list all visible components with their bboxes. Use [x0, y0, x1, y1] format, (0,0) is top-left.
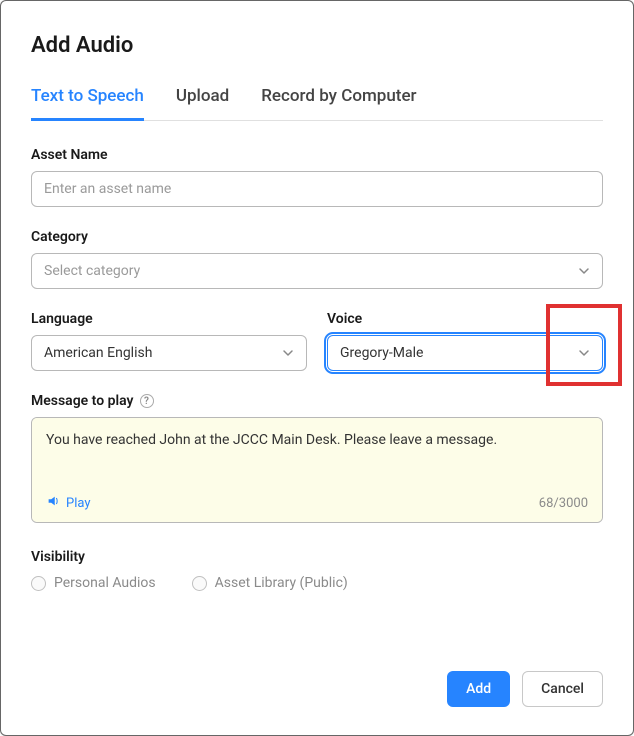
- modal-footer: Add Cancel: [31, 671, 603, 707]
- category-select[interactable]: Select category: [31, 253, 603, 289]
- asset-name-input[interactable]: Enter an asset name: [31, 171, 603, 207]
- category-group: Category Select category: [31, 229, 603, 289]
- voice-group: Voice Gregory-Male: [327, 311, 603, 371]
- radio-personal-audios[interactable]: Personal Audios: [31, 575, 156, 591]
- message-textarea[interactable]: You have reached John at the JCCC Main D…: [32, 418, 602, 486]
- asset-name-label: Asset Name: [31, 147, 603, 163]
- radio-library-label: Asset Library (Public): [215, 575, 348, 591]
- tabs: Text to Speech Upload Record by Computer: [31, 86, 603, 121]
- voice-value: Gregory-Male: [340, 345, 423, 361]
- play-button[interactable]: Play: [46, 494, 91, 512]
- message-label-text: Message to play: [31, 393, 134, 409]
- visibility-group: Visibility Personal Audios Asset Library…: [31, 549, 603, 591]
- message-group: Message to play ? You have reached John …: [31, 393, 603, 523]
- category-label: Category: [31, 229, 603, 245]
- lang-voice-row: Language American English Voice Gregory-…: [31, 311, 603, 371]
- radio-personal-label: Personal Audios: [54, 575, 156, 591]
- tab-upload[interactable]: Upload: [176, 86, 229, 121]
- asset-name-placeholder: Enter an asset name: [44, 181, 171, 197]
- cancel-button[interactable]: Cancel: [522, 671, 603, 707]
- message-label: Message to play ?: [31, 393, 603, 409]
- chevron-down-icon: [282, 347, 294, 359]
- modal-title: Add Audio: [31, 33, 603, 58]
- category-placeholder: Select category: [44, 263, 140, 279]
- visibility-label: Visibility: [31, 549, 603, 565]
- add-audio-modal: Add Audio Text to Speech Upload Record b…: [0, 0, 634, 736]
- help-icon[interactable]: ?: [140, 394, 154, 408]
- play-label: Play: [66, 496, 91, 511]
- language-value: American English: [44, 345, 152, 361]
- language-group: Language American English: [31, 311, 307, 371]
- tab-record-by-computer[interactable]: Record by Computer: [261, 86, 416, 121]
- char-counter: 68/3000: [539, 496, 588, 511]
- add-button[interactable]: Add: [447, 671, 510, 707]
- visibility-options: Personal Audios Asset Library (Public): [31, 575, 603, 591]
- language-label: Language: [31, 311, 307, 327]
- radio-icon: [192, 576, 207, 591]
- voice-label: Voice: [327, 311, 603, 327]
- radio-asset-library[interactable]: Asset Library (Public): [192, 575, 348, 591]
- radio-icon: [31, 576, 46, 591]
- voice-select[interactable]: Gregory-Male: [327, 335, 603, 371]
- speaker-icon: [46, 494, 60, 512]
- message-box: You have reached John at the JCCC Main D…: [31, 417, 603, 523]
- language-select[interactable]: American English: [31, 335, 307, 371]
- chevron-down-icon: [578, 347, 590, 359]
- tab-text-to-speech[interactable]: Text to Speech: [31, 86, 144, 121]
- message-footer: Play 68/3000: [32, 486, 602, 522]
- asset-name-group: Asset Name Enter an asset name: [31, 147, 603, 207]
- chevron-down-icon: [578, 265, 590, 277]
